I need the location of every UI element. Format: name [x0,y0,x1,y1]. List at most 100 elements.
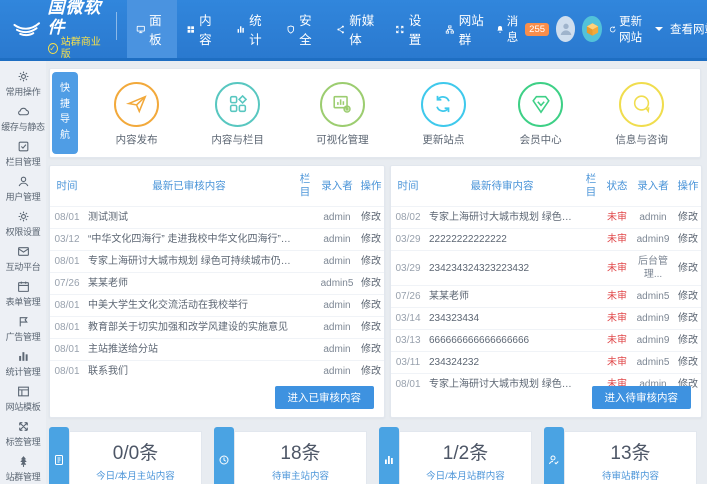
table-row: 08/01 中美大学生文化交流活动在我校举行 admin 修改 [50,295,384,317]
stat-card-site-group-content: 1/2条 今日/本月站群内容 [379,425,532,484]
update-site-dropdown[interactable]: 更新网站 [609,13,663,45]
app-subtitle: 站群商业版 [61,37,107,60]
user-avatar[interactable] [556,16,575,42]
row-title[interactable]: 某某老师 [425,286,579,308]
table-row: 08/01 专家上海研讨大城市规划 绿色可持续城市仍为热点 admin 修改 [50,251,384,273]
table-row: 03/29 22222222222222 未审 admin9 修改 [391,229,701,251]
row-title[interactable]: 22222222222222 [425,229,579,251]
sidebar-item-user-management[interactable]: 用户管理 [0,171,46,206]
sidebar-item-cache-static[interactable]: 缓存与静态 [0,101,46,136]
row-title[interactable]: 234323434 [425,308,579,330]
row-edit-link[interactable]: 修改 [358,317,384,339]
row-title[interactable]: 234324232 [425,352,579,374]
row-title[interactable]: 234234324323223432 [425,251,579,286]
nav-panel[interactable]: 面板 [127,0,177,58]
row-edit-link[interactable]: 修改 [358,273,384,295]
view-site-link[interactable]: 查看网站 [670,21,707,37]
enter-pending-content-button[interactable]: 进入待审核内容 [592,386,692,409]
row-edit-link[interactable]: 修改 [358,339,384,361]
quick-item-label: 内容发布 [116,132,158,147]
row-edit-link[interactable]: 修改 [358,229,384,251]
row-title[interactable]: 教育部关于切实加强和改学风建设的实施意见 [84,317,294,339]
stat-label: 今日/本月站群内容 [426,468,505,482]
quick-member-center[interactable]: 会员中心 [518,82,563,147]
row-author: admin [316,295,358,317]
row-edit-link[interactable]: 修改 [675,308,701,330]
row-title[interactable]: 联系我们 [84,361,294,383]
sidebar-item-tag-management[interactable]: 标签管理 [0,416,46,451]
row-edit-link[interactable]: 修改 [675,229,701,251]
row-column [294,295,316,317]
table-row: 07/26 某某老师 未审 admin5 修改 [391,286,701,308]
package-button[interactable] [582,16,601,42]
row-title[interactable]: 专家上海研讨大城市规划 绿色可持续城市仍为热点 [84,251,294,273]
shapes-icon [227,93,249,115]
row-title[interactable]: 666666666666666666 [425,330,579,352]
row-title[interactable]: 主站推送给分站 [84,339,294,361]
sidebar-item-form-management[interactable]: 表单管理 [0,276,46,311]
row-edit-link[interactable]: 修改 [675,251,701,286]
messages-button[interactable]: 消息 255 [496,13,549,45]
sidebar-item-label: 栏目管理 [6,155,41,168]
row-author: admin [316,229,358,251]
row-edit-link[interactable]: 修改 [675,207,701,229]
row-title[interactable]: 专家上海研讨大城市规划 绿色可持续城市仍为热点... [425,374,579,396]
row-edit-link[interactable]: 修改 [358,295,384,317]
quick-content-publish[interactable]: 内容发布 [114,82,159,147]
share-icon [336,23,346,36]
row-edit-link[interactable]: 修改 [358,361,384,383]
row-date: 08/01 [50,295,84,317]
stat-label: 今日/本月主站内容 [96,468,175,482]
row-title[interactable]: “中华文化四海行” 走进我校中华文化四海行” 走进我校(图文)... [84,229,294,251]
sidebar-item-label: 标签管理 [6,435,41,448]
sidebar-item-statistics-management[interactable]: 统计管理 [0,346,46,381]
check-square-icon [17,140,30,153]
row-title[interactable]: 某某老师 [84,273,294,295]
table-row: 03/11 234324232 未审 admin5 修改 [391,352,701,374]
stat-label: 待审站群内容 [602,468,659,482]
nav-content[interactable]: 内容 [177,0,227,58]
sidebar-item-common-operations[interactable]: 常用操作 [0,66,46,101]
row-edit-link[interactable]: 修改 [675,330,701,352]
nav-label: 设置 [409,10,427,48]
row-title[interactable]: 中美大学生文化交流活动在我校举行 [84,295,294,317]
nav-statistics[interactable]: 统计 [227,0,277,58]
bar-chart-icon [17,350,30,363]
quick-info-consult[interactable]: 信息与咨询 [615,82,668,147]
sidebar-item-interaction-platform[interactable]: 互动平台 [0,241,46,276]
stat-value: 13条 [610,438,650,465]
chevron-down-icon [655,27,663,31]
row-edit-link[interactable]: 修改 [675,352,701,374]
col-action: 操作 [358,166,384,207]
row-edit-link[interactable]: 修改 [675,286,701,308]
header-right: 消息 255 更新网站 查看网站 [496,13,707,45]
nav-security[interactable]: 安全 [277,0,327,58]
quick-content-columns[interactable]: 内容与栏目 [211,82,264,147]
row-edit-link[interactable]: 修改 [358,251,384,273]
row-title[interactable]: 测试测试 [84,207,294,229]
nav-new-media[interactable]: 新媒体 [327,0,387,58]
sidebar-item-column-management[interactable]: 栏目管理 [0,136,46,171]
sidebar-item-permission-settings[interactable]: 权限设置 [0,206,46,241]
nav-settings[interactable]: 设置 [386,0,436,58]
cube-icon [585,22,600,37]
table-row: 08/01 测试测试 admin 修改 [50,207,384,229]
left-sidebar: 常用操作 缓存与静态 栏目管理 用户管理 权限设置 互动平台 表单管理 广告管理… [0,61,46,484]
quick-visual-management[interactable]: 可视化管理 [316,82,369,147]
enter-approved-content-button[interactable]: 进入已审核内容 [275,386,375,409]
dashboard-screen: 国微软件 ✓ 站群商业版 面板 内容 统计 安全 新媒体 设置 网站群 消息 2… [0,0,707,484]
quick-update-site[interactable]: 更新站点 [421,82,466,147]
sidebar-item-ad-management[interactable]: 广告管理 [0,311,46,346]
sidebar-item-label: 表单管理 [6,295,41,308]
row-column [579,330,603,352]
sidebar-item-site-group-management[interactable]: 站群管理 [0,451,46,484]
nav-label: 新媒体 [349,10,377,48]
row-edit-link[interactable]: 修改 [358,207,384,229]
sidebar-item-site-templates[interactable]: 网站模板 [0,381,46,416]
quick-item-label: 内容与栏目 [211,132,264,147]
nav-site-group[interactable]: 网站群 [436,0,496,58]
row-author: admin [631,207,675,229]
app-logo: 国微软件 ✓ 站群商业版 [0,0,117,60]
row-title[interactable]: 专家上海研讨大城市规划 绿色可持续城市仍为热点... [425,207,579,229]
row-date: 07/26 [50,273,84,295]
